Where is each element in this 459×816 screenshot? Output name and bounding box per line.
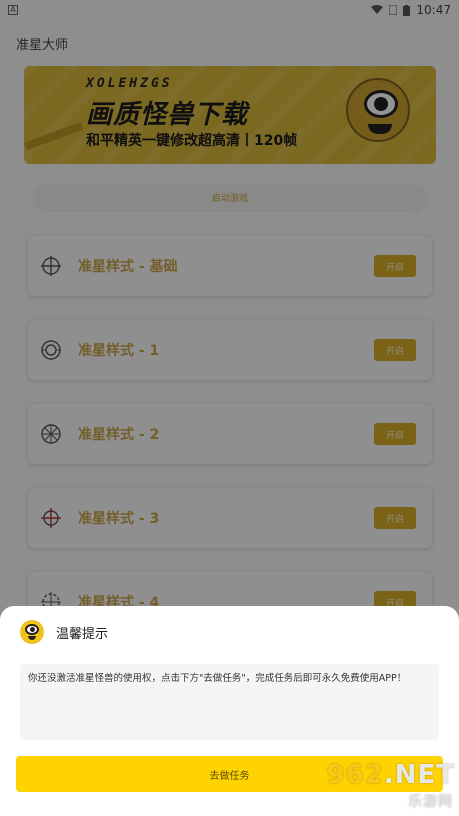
watermark-logo: 962.NET 乐游网 xyxy=(319,760,455,814)
watermark-number: 962 xyxy=(326,760,384,790)
watermark-bottom: 乐游网 xyxy=(408,794,453,810)
watermark-suffix: .NET xyxy=(383,760,455,790)
dialog-message: 你还没激活准星怪兽的使用权，点击下方"去做任务"，完成任务后即可永久免费使用AP… xyxy=(20,664,439,740)
watermark-top: 962.NET xyxy=(327,760,455,790)
dialog-header: 温馨提示 xyxy=(20,620,108,644)
mascot-avatar-icon xyxy=(20,620,44,644)
dialog-title: 温馨提示 xyxy=(56,626,109,642)
